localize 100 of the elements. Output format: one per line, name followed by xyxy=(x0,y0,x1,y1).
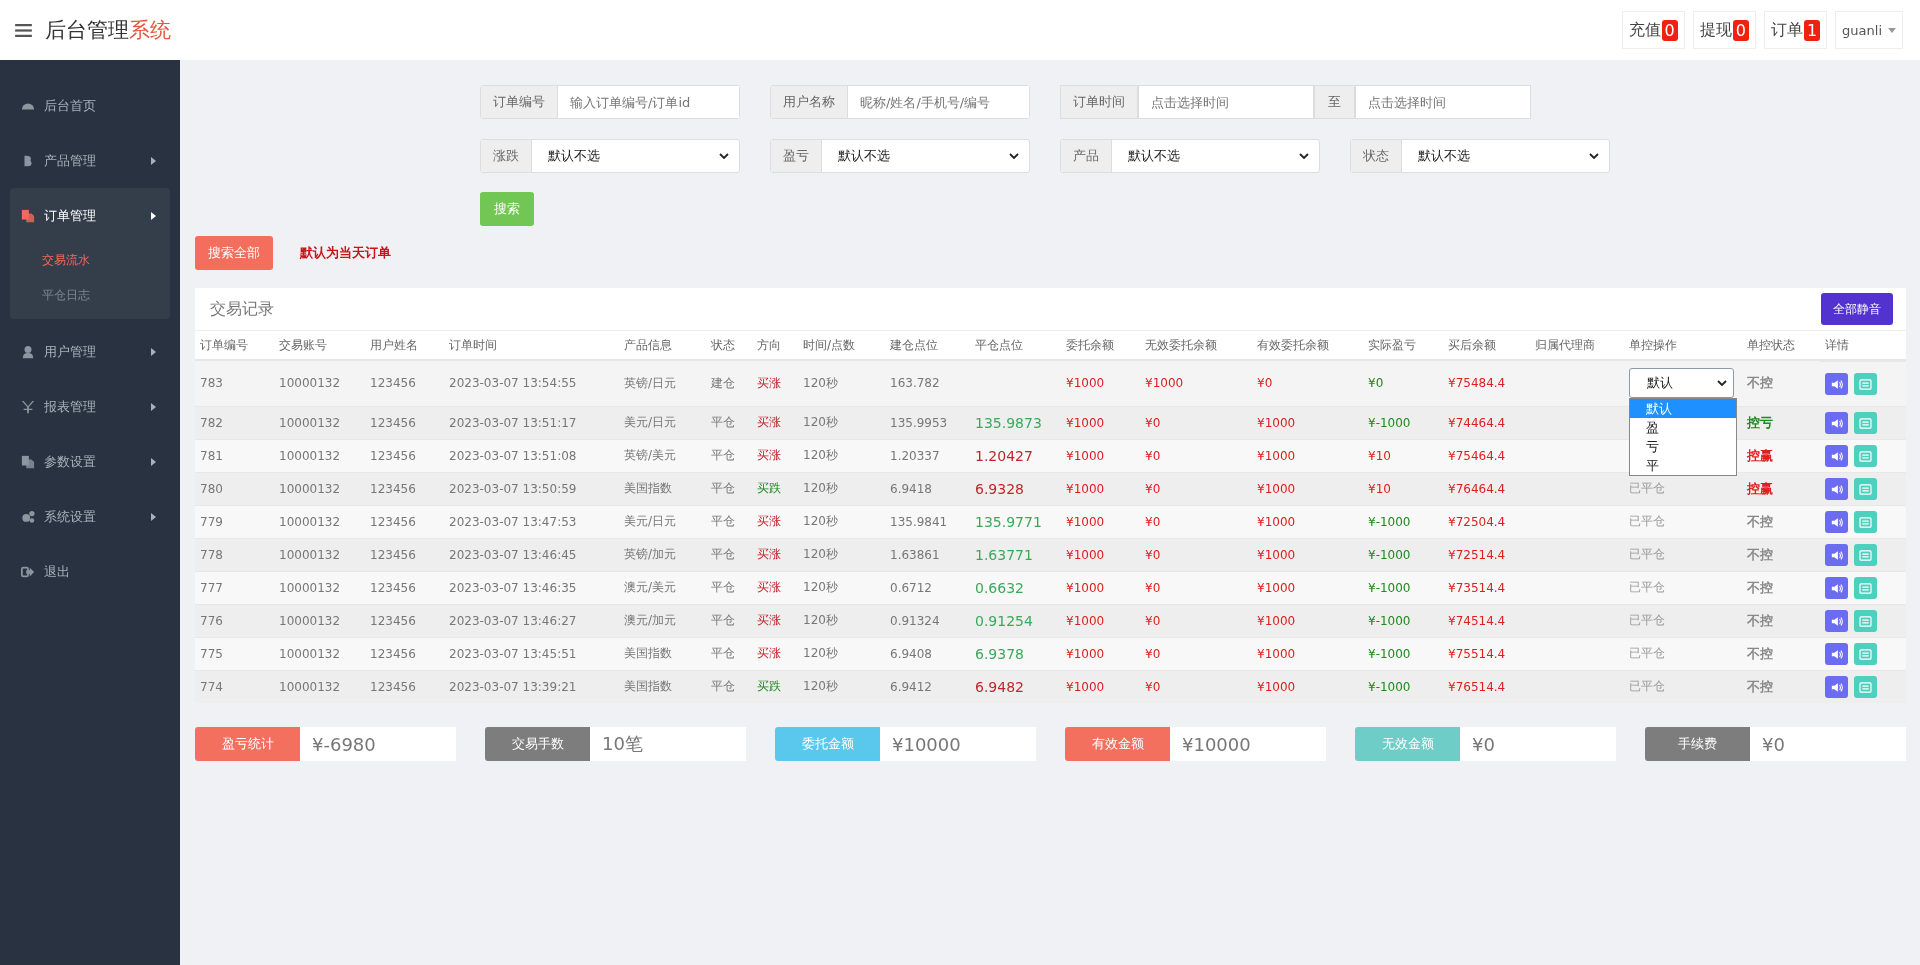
sidebar-item[interactable]: 参数设置 xyxy=(10,434,170,489)
sound-button[interactable] xyxy=(1825,412,1848,434)
stat-label: 交易手数 xyxy=(485,727,590,761)
table-cell: 777 xyxy=(195,571,274,604)
filter-select[interactable]: 状态 默认不选 xyxy=(1350,139,1610,173)
table-cell: 买跌 xyxy=(752,472,798,505)
table-cell: 平仓 xyxy=(706,670,752,703)
sidebar-item[interactable]: 产品管理 xyxy=(10,133,170,188)
table-cell: ¥1000 xyxy=(1252,472,1363,505)
table-cell: ¥0 xyxy=(1140,637,1252,670)
table-cell: 782 xyxy=(195,406,274,439)
table-cell: ¥1000 xyxy=(1252,604,1363,637)
table-cell: 1.20337 xyxy=(885,439,970,472)
table-cell: 10000132 xyxy=(274,505,365,538)
control-text: 已平仓 xyxy=(1629,613,1665,627)
table-cell: 2023-03-07 13:51:17 xyxy=(444,406,619,439)
list-icon xyxy=(1859,549,1872,561)
stat-value: ¥0 xyxy=(1460,727,1616,761)
speaker-icon xyxy=(1830,450,1843,462)
menu-icon[interactable] xyxy=(15,23,32,37)
sidebar-item[interactable]: 后台首页 xyxy=(10,78,170,133)
field-label: 订单时间 xyxy=(1060,85,1138,119)
table-cell: 0.6632 xyxy=(970,571,1061,604)
sound-button[interactable] xyxy=(1825,445,1848,467)
sound-button[interactable] xyxy=(1825,373,1848,395)
sound-button[interactable] xyxy=(1825,577,1848,599)
dropdown-option[interactable]: 平 xyxy=(1630,456,1736,475)
notice-text: 默认为当天订单 xyxy=(300,244,391,262)
table-cell: 6.9482 xyxy=(970,670,1061,703)
filter-select[interactable]: 产品 默认不选 xyxy=(1060,139,1320,173)
select-value: 默认不选 xyxy=(548,147,600,165)
table-cell: 2023-03-07 13:47:53 xyxy=(444,505,619,538)
table-cell: 120秒 xyxy=(798,360,885,406)
notification-button[interactable]: 提现 0 xyxy=(1692,11,1756,49)
table-cell: 2023-03-07 13:46:35 xyxy=(444,571,619,604)
table-cell: 120秒 xyxy=(798,637,885,670)
mute-all-button[interactable]: 全部静音 xyxy=(1821,293,1893,325)
sidebar-item[interactable]: 订单管理 xyxy=(10,188,170,243)
list-icon xyxy=(1859,417,1872,429)
app-title: 后台管理系统 xyxy=(45,17,171,44)
control-text: 已平仓 xyxy=(1629,679,1665,694)
sound-button[interactable] xyxy=(1825,610,1848,632)
table-cell: ¥73514.4 xyxy=(1443,571,1530,604)
table-cell: 控亏 xyxy=(1742,406,1820,439)
dropdown-option[interactable]: 盈 xyxy=(1630,418,1736,437)
field-label: 盈亏 xyxy=(771,140,822,172)
table-cell: 1.20427 xyxy=(970,439,1061,472)
sound-button[interactable] xyxy=(1825,511,1848,533)
sound-button[interactable] xyxy=(1825,643,1848,665)
control-text: 已平仓 xyxy=(1629,481,1665,495)
table-cell: 120秒 xyxy=(798,670,885,703)
sidebar-item[interactable]: 系统设置 xyxy=(10,489,170,544)
date-field[interactable]: 点击选择时间 xyxy=(1138,85,1314,119)
speaker-icon xyxy=(1830,483,1843,495)
table-cell: 不控 xyxy=(1742,670,1820,703)
user-menu[interactable]: guanli xyxy=(1835,11,1903,49)
table-cell: ¥1000 xyxy=(1061,406,1140,439)
field-label: 订单编号 xyxy=(481,86,558,118)
table-cell: 10000132 xyxy=(274,571,365,604)
table-cell: 2023-03-07 13:51:08 xyxy=(444,439,619,472)
table-cell: 美元/日元 xyxy=(619,505,706,538)
notification-button[interactable]: 订单 1 xyxy=(1763,11,1828,49)
control-select[interactable]: 默认 xyxy=(1629,368,1734,399)
table-cell: 123456 xyxy=(365,538,444,571)
table-cell: 123456 xyxy=(365,637,444,670)
table-cell: ¥1000 xyxy=(1252,670,1363,703)
table-cell: 120秒 xyxy=(798,472,885,505)
table-cell: ¥1000 xyxy=(1252,439,1363,472)
table-cell: ¥1000 xyxy=(1252,637,1363,670)
search-field[interactable]: 订单编号 输入订单编号/订单id xyxy=(480,85,740,119)
sound-button[interactable] xyxy=(1825,676,1848,698)
table-cell: 778 xyxy=(195,538,274,571)
filter-select[interactable]: 盈亏 默认不选 xyxy=(770,139,1030,173)
table-cell: 135.9771 xyxy=(970,505,1061,538)
control-text: 已平仓 xyxy=(1629,646,1665,660)
sidebar-item[interactable]: 用户管理 xyxy=(10,324,170,379)
table-cell: 123456 xyxy=(365,439,444,472)
date-field[interactable]: 点击选择时间 xyxy=(1355,85,1531,119)
table-cell: 120秒 xyxy=(798,571,885,604)
sidebar-item[interactable]: 报表管理 xyxy=(10,379,170,434)
table-cell: 不控 xyxy=(1742,604,1820,637)
table-cell: ¥74514.4 xyxy=(1443,604,1530,637)
table-cell: 135.9953 xyxy=(885,406,970,439)
table-cell: 不控 xyxy=(1742,571,1820,604)
sidebar-item[interactable]: 退出 xyxy=(10,544,170,599)
table-cell: 783 xyxy=(195,360,274,406)
sound-button[interactable] xyxy=(1825,544,1848,566)
search-field[interactable]: 用户名称 昵称/姓名/手机号/编号 xyxy=(770,85,1030,119)
dropdown-option[interactable]: 亏 xyxy=(1630,437,1736,456)
speaker-icon xyxy=(1830,615,1843,627)
table-cell: ¥-1000 xyxy=(1363,505,1443,538)
filter-select[interactable]: 涨跌 默认不选 xyxy=(480,139,740,173)
table-cell: 控赢 xyxy=(1742,439,1820,472)
table-cell: 平仓 xyxy=(706,472,752,505)
notification-button[interactable]: 充值 0 xyxy=(1621,11,1685,49)
list-icon xyxy=(1859,483,1872,495)
sound-button[interactable] xyxy=(1825,478,1848,500)
stat-value: ¥10000 xyxy=(880,727,1036,761)
sidebar-subitem[interactable]: 交易流水 xyxy=(10,243,170,278)
table-cell: 英镑/日元 xyxy=(619,360,706,406)
